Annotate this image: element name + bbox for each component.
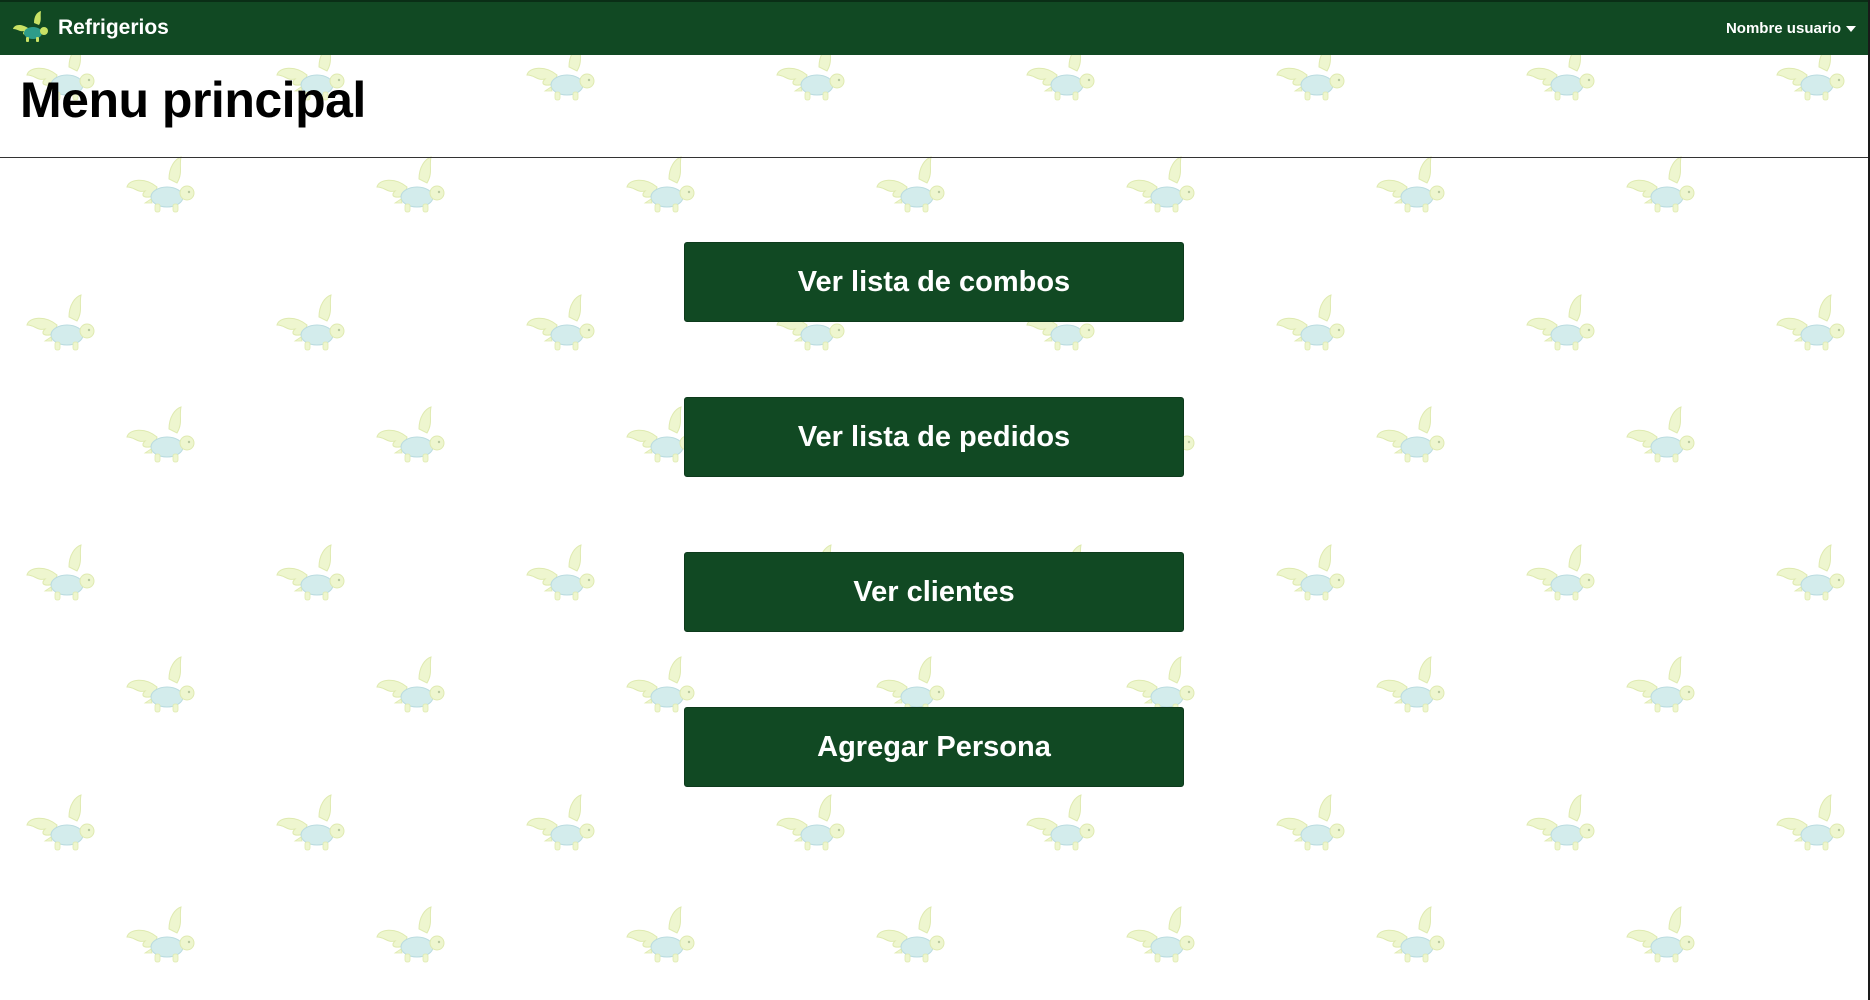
view-combos-button[interactable]: Ver lista de combos xyxy=(684,242,1184,322)
page-title: Menu principal xyxy=(20,72,366,128)
user-name-label: Nombre usuario xyxy=(1725,20,1841,37)
caret-down-icon xyxy=(1846,25,1856,32)
turtle-logo-icon xyxy=(13,11,48,42)
brand-link[interactable]: Refrigerios xyxy=(12,8,169,48)
app-window: Refrigerios Nombre usuario Menu principa… xyxy=(0,0,1870,1000)
top-navbar: Refrigerios Nombre usuario xyxy=(0,0,1870,55)
add-person-button[interactable]: Agregar Persona xyxy=(684,707,1184,787)
view-orders-button[interactable]: Ver lista de pedidos xyxy=(684,397,1184,477)
view-clients-button[interactable]: Ver clientes xyxy=(684,552,1184,632)
page-header: Menu principal xyxy=(0,55,1870,158)
brand-name: Refrigerios xyxy=(58,16,169,39)
user-menu-dropdown[interactable]: Nombre usuario xyxy=(1726,20,1856,37)
